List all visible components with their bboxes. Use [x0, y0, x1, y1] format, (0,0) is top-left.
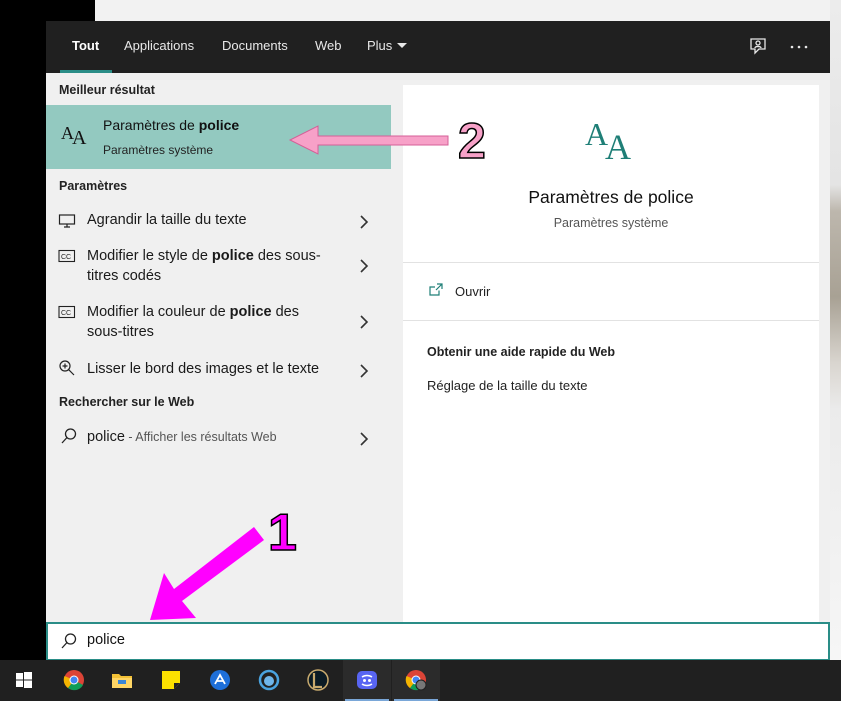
- font-aa-large-icon: A A: [583, 113, 643, 170]
- svg-text:A: A: [605, 127, 631, 165]
- settings-header: Paramètres: [59, 179, 128, 193]
- taskbar-league-of-legends[interactable]: [294, 660, 342, 701]
- league-of-legends-icon: [307, 669, 329, 691]
- best-match-subtitle: Paramètres système: [103, 143, 214, 157]
- chevron-right-icon: [358, 258, 370, 274]
- svg-text:CC: CC: [61, 254, 71, 261]
- closed-caption-icon: CC: [58, 305, 76, 324]
- detail-subtitle: Paramètres système: [553, 216, 669, 230]
- taskbar-blue-circle-app[interactable]: [245, 660, 293, 701]
- web-search-header: Rechercher sur le Web: [59, 395, 195, 409]
- windows-start-icon: [13, 669, 35, 691]
- more-options-icon[interactable]: [787, 35, 811, 59]
- settings-item-label: Lisser le bord des images et le texte: [87, 361, 320, 377]
- settings-item-label: Modifier la couleur de police des sous-t…: [87, 304, 299, 340]
- tab-more-label: Plus: [367, 38, 393, 53]
- taskbar-discord[interactable]: [343, 660, 391, 701]
- magnifier-plus-icon: [58, 359, 76, 382]
- windows-search-panel: Tout Applications Documents Web Plus Mei…: [46, 21, 830, 661]
- settings-item[interactable]: CC Modifier le style de police des sous-…: [46, 246, 391, 290]
- chrome-profile-icon: [405, 669, 427, 691]
- svg-text:CC: CC: [61, 310, 71, 317]
- open-external-icon: [428, 282, 444, 303]
- tab-web[interactable]: Web: [315, 21, 342, 73]
- web-search-result[interactable]: police - Afficher les résultats Web: [46, 426, 391, 458]
- tab-more[interactable]: Plus: [367, 21, 408, 73]
- settings-item-label: Modifier le style de police des sous-tit…: [87, 248, 321, 284]
- search-icon: [60, 427, 78, 450]
- detail-title: Paramètres de police: [528, 187, 694, 207]
- settings-item-label: Agrandir la taille du texte: [87, 212, 247, 228]
- web-help-link[interactable]: Réglage de la taille du texte: [427, 378, 587, 393]
- result-detail-pane: A A Paramètres de police Paramètres syst…: [403, 85, 819, 623]
- settings-item[interactable]: Agrandir la taille du texte: [46, 209, 391, 241]
- settings-item[interactable]: Lisser le bord des images et le texte: [46, 358, 391, 390]
- taskbar-file-explorer[interactable]: [98, 660, 146, 701]
- vpn-app-icon: [209, 669, 231, 691]
- web-search-label: police - Afficher les résultats Web: [87, 429, 277, 445]
- blue-circle-app-icon: [258, 669, 280, 691]
- file-explorer-icon: [111, 669, 133, 691]
- taskbar-sticky-notes[interactable]: [147, 660, 195, 701]
- taskbar-chrome-profile[interactable]: [392, 660, 440, 701]
- sticky-notes-icon: [160, 669, 182, 691]
- best-match-title: Paramètres de police: [103, 117, 240, 133]
- open-button[interactable]: Ouvrir: [425, 281, 625, 303]
- caret-down-icon: [397, 43, 408, 49]
- tab-all[interactable]: Tout: [59, 21, 113, 73]
- tab-documents[interactable]: Documents: [222, 21, 288, 73]
- web-help-header: Obtenir une aide rapide du Web: [427, 345, 615, 359]
- taskbar-vpn-app[interactable]: [196, 660, 244, 701]
- closed-caption-icon: CC: [58, 249, 76, 268]
- chevron-right-icon: [358, 214, 370, 230]
- taskbar-chrome[interactable]: [50, 660, 98, 701]
- chrome-icon: [63, 669, 85, 691]
- chevron-right-icon: [358, 431, 370, 447]
- best-match-header: Meilleur résultat: [59, 83, 155, 97]
- search-icon: [60, 632, 78, 655]
- results-list: Meilleur résultat A A Paramètres de poli…: [46, 73, 391, 623]
- tab-applications[interactable]: Applications: [124, 21, 194, 73]
- svg-text:A: A: [72, 127, 87, 148]
- chevron-right-icon: [358, 314, 370, 330]
- search-query: police: [87, 632, 125, 648]
- desktop-wallpaper: [830, 0, 841, 660]
- chevron-right-icon: [358, 363, 370, 379]
- font-aa-icon: A A: [60, 120, 90, 153]
- search-filter-bar: Tout Applications Documents Web Plus: [46, 21, 830, 73]
- open-label: Ouvrir: [455, 284, 491, 299]
- best-match-result[interactable]: A A Paramètres de police Paramètres syst…: [46, 105, 391, 169]
- divider: [403, 262, 819, 263]
- divider: [403, 320, 819, 321]
- discord-icon: [356, 669, 378, 691]
- windows-start-button[interactable]: [0, 660, 48, 701]
- feedback-icon[interactable]: [746, 35, 770, 59]
- search-input[interactable]: police: [46, 622, 830, 661]
- monitor-icon: [58, 213, 76, 234]
- settings-item[interactable]: CC Modifier la couleur de police des sou…: [46, 302, 391, 346]
- taskbar: [0, 660, 841, 701]
- desktop-background-top: [95, 0, 841, 22]
